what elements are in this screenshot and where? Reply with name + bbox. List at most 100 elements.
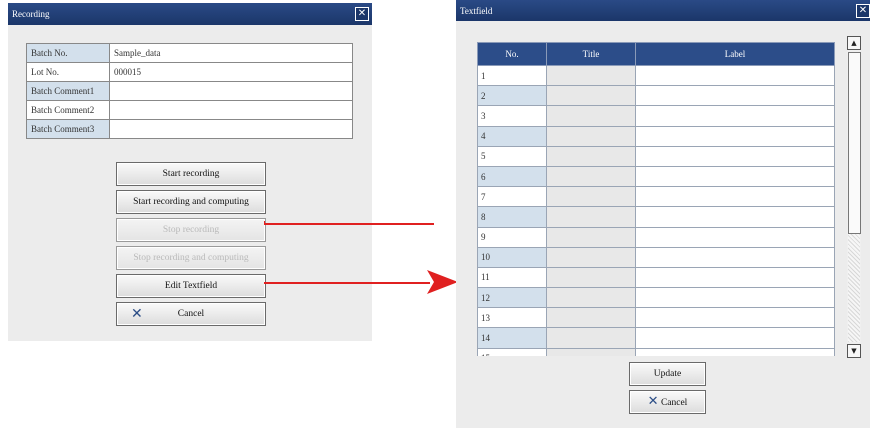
table-row: 7: [477, 186, 835, 208]
label-cell[interactable]: [635, 186, 835, 208]
grid-header-row: No. Title Label: [477, 42, 835, 66]
title-cell[interactable]: [546, 186, 636, 208]
batch-no-label: Batch No.: [26, 43, 110, 63]
scroll-down-icon[interactable]: ▼: [847, 344, 861, 358]
table-row: 5: [477, 145, 835, 167]
textfield-table: No. Title Label 1 2 3 4 5 6 7 8 9 10 11 …: [477, 42, 835, 356]
textfield-cancel-label: Cancel: [660, 398, 688, 408]
table-row: 10: [477, 246, 835, 268]
title-cell[interactable]: [546, 105, 636, 127]
title-cell[interactable]: [546, 246, 636, 268]
label-cell[interactable]: [635, 206, 835, 228]
table-row: 2: [477, 85, 835, 107]
batch-comment2-input[interactable]: [109, 100, 353, 120]
batch-no-input[interactable]: Sample_data: [109, 43, 353, 63]
label-cell[interactable]: [635, 246, 835, 268]
title-cell[interactable]: [546, 226, 636, 248]
title-cell[interactable]: [546, 287, 636, 309]
title-cell[interactable]: [546, 64, 636, 87]
field-row-batch-comment1: Batch Comment1: [26, 81, 353, 101]
row-number: 2: [477, 85, 547, 107]
label-cell[interactable]: [635, 226, 835, 248]
label-cell[interactable]: [635, 165, 835, 188]
textfield-close-icon[interactable]: ✕: [856, 4, 870, 18]
row-number: 12: [477, 287, 547, 309]
label-cell[interactable]: [635, 266, 835, 289]
cancel-x-icon: ✕: [131, 306, 143, 322]
red-arrow: [264, 221, 434, 225]
table-row: 15: [477, 347, 835, 356]
edit-textfield-button[interactable]: Edit Textfield: [116, 274, 266, 298]
vertical-scrollbar[interactable]: ▲ ▼: [847, 36, 861, 358]
recording-title: Recording: [12, 9, 50, 19]
row-number: 7: [477, 186, 547, 208]
col-label-header[interactable]: Label: [635, 42, 835, 66]
title-cell[interactable]: [546, 125, 636, 147]
row-number: 3: [477, 105, 547, 127]
table-row: 4: [477, 125, 835, 147]
col-title-header[interactable]: Title: [546, 42, 636, 66]
arrowhead-icon: [427, 270, 458, 294]
cancel-label: Cancel: [177, 309, 205, 319]
row-number: 1: [477, 64, 547, 87]
title-cell[interactable]: [546, 145, 636, 167]
batch-comment3-label: Batch Comment3: [26, 119, 110, 139]
update-button[interactable]: Update: [629, 362, 706, 386]
row-number: 13: [477, 307, 547, 329]
row-number: 4: [477, 125, 547, 147]
label-cell[interactable]: [635, 145, 835, 167]
table-row: 8: [477, 206, 835, 228]
recording-titlebar: Recording ✕: [8, 3, 372, 25]
stop-recording-computing-button: Stop recording and computing: [116, 246, 266, 270]
scroll-thumb[interactable]: [848, 52, 861, 234]
batch-comment2-label: Batch Comment2: [26, 100, 110, 120]
start-recording-computing-button[interactable]: Start recording and computing: [116, 190, 266, 214]
textfield-cancel-button[interactable]: ✕ Cancel: [629, 390, 706, 414]
title-cell[interactable]: [546, 347, 636, 356]
label-cell[interactable]: [635, 64, 835, 87]
field-row-batch-comment3: Batch Comment3: [26, 119, 353, 139]
row-number: 14: [477, 327, 547, 349]
recording-close-icon[interactable]: ✕: [355, 7, 369, 21]
arrow-graphic: [264, 270, 458, 294]
table-row: 3: [477, 105, 835, 127]
batch-comment1-label: Batch Comment1: [26, 81, 110, 101]
label-cell[interactable]: [635, 105, 835, 127]
label-cell[interactable]: [635, 125, 835, 147]
table-row: 11: [477, 266, 835, 289]
batch-comment3-input[interactable]: [109, 119, 353, 139]
row-number: 5: [477, 145, 547, 167]
label-cell[interactable]: [635, 287, 835, 309]
textfield-cancel-x-icon: ✕: [647, 394, 659, 409]
title-cell[interactable]: [546, 266, 636, 289]
textfield-title: Textfield: [460, 6, 493, 16]
batch-comment1-input[interactable]: [109, 81, 353, 101]
arrow-line: [264, 221, 434, 225]
table-row: 9: [477, 226, 835, 248]
field-row-lot-no: Lot No. 000015: [26, 62, 353, 82]
textfield-dialog: Textfield ✕ No. Title Label 1 2 3 4 5 6 …: [456, 0, 870, 428]
col-no-header[interactable]: No.: [477, 42, 547, 66]
title-cell[interactable]: [546, 206, 636, 228]
cancel-button[interactable]: ✕ Cancel: [116, 302, 266, 326]
field-row-batch-no: Batch No. Sample_data: [26, 43, 353, 63]
row-number: 11: [477, 266, 547, 289]
scroll-track[interactable]: [848, 234, 860, 342]
lot-no-input[interactable]: 000015: [109, 62, 353, 82]
label-cell[interactable]: [635, 85, 835, 107]
table-row: 13: [477, 307, 835, 329]
title-cell[interactable]: [546, 327, 636, 349]
title-cell[interactable]: [546, 165, 636, 188]
row-number: 15: [477, 347, 547, 356]
batch-fields-table: Batch No. Sample_data Lot No. 000015 Bat…: [26, 43, 353, 139]
table-row: 14: [477, 327, 835, 349]
label-cell[interactable]: [635, 347, 835, 356]
label-cell[interactable]: [635, 327, 835, 349]
table-row: 12: [477, 287, 835, 309]
title-cell[interactable]: [546, 307, 636, 329]
row-number: 9: [477, 226, 547, 248]
label-cell[interactable]: [635, 307, 835, 329]
scroll-up-icon[interactable]: ▲: [847, 36, 861, 50]
start-recording-button[interactable]: Start recording: [116, 162, 266, 186]
title-cell[interactable]: [546, 85, 636, 107]
